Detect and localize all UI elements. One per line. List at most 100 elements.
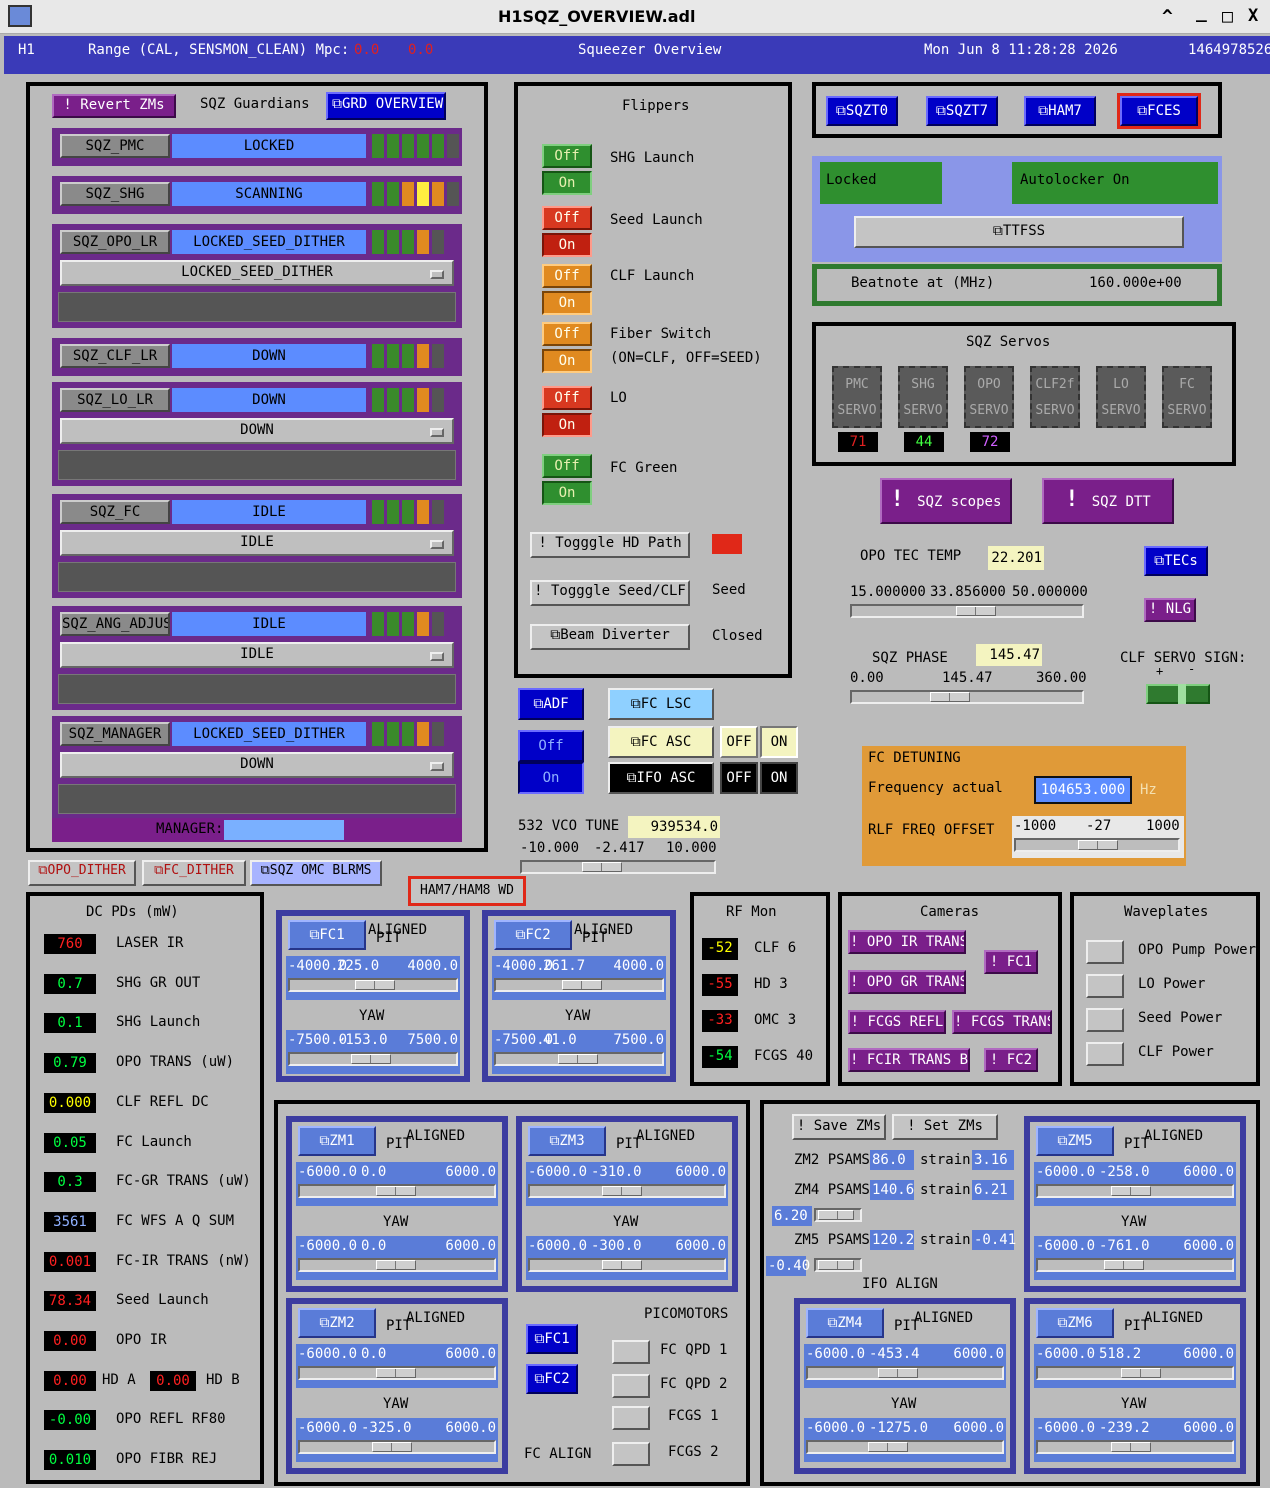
vco-slider[interactable] — [520, 860, 716, 874]
fc-dither-button[interactable]: ⧉FC_DITHER — [142, 860, 246, 886]
waveplate-button[interactable] — [1086, 1008, 1124, 1032]
fc-lsc-button[interactable]: ⧉FC LSC — [608, 688, 714, 720]
adf-button[interactable]: ⧉ADF — [518, 688, 584, 720]
picomotor-button[interactable] — [612, 1442, 650, 1466]
slider-thumb[interactable] — [376, 1186, 416, 1196]
slider-thumb[interactable] — [1078, 840, 1118, 850]
slider-thumb[interactable] — [558, 1054, 599, 1064]
guardian-name-button[interactable]: SQZ_LO_LR — [60, 388, 170, 412]
slider-thumb[interactable] — [878, 1368, 919, 1378]
camera-fcir-trans-b-button[interactable]: ! FCIR TRANS B — [848, 1048, 970, 1072]
guardian-request-menu[interactable]: LOCKED_SEED_DITHER — [60, 260, 454, 286]
sus-link-button[interactable]: ⧉FC2 — [494, 920, 572, 950]
yaw-slider[interactable] — [528, 1258, 726, 1272]
nlg-button[interactable]: ! NLG — [1144, 598, 1196, 622]
pit-slider[interactable] — [288, 978, 458, 992]
toggle-hd-path-button[interactable]: ! Togggle HD Path — [530, 532, 690, 558]
sus-link-button[interactable]: ⧉ZM4 — [806, 1308, 884, 1338]
revert-zms-button[interactable]: ! Revert ZMs — [52, 94, 176, 118]
camera-fcgs-refl-button[interactable]: ! FCGS REFL — [848, 1010, 946, 1034]
minimize-icon[interactable]: _ — [1196, 2, 1207, 23]
guardian-request-menu[interactable]: DOWN — [60, 418, 454, 444]
tec-slider[interactable] — [850, 604, 1084, 618]
yaw-slider[interactable] — [288, 1052, 458, 1066]
psams-slider[interactable] — [814, 1258, 862, 1272]
fc-asc-off[interactable]: OFF — [720, 726, 758, 758]
yaw-slider[interactable] — [806, 1440, 1004, 1454]
servo-pmc-button[interactable]: PMC SERVO — [832, 366, 882, 428]
picomotor-button[interactable] — [612, 1340, 650, 1364]
guardian-name-button[interactable]: SQZ_ANG_ADJUST — [60, 612, 170, 636]
ham-wd-button[interactable]: HAM7/HAM8 WD — [408, 876, 526, 906]
sus-link-button[interactable]: ⧉ZM3 — [528, 1126, 606, 1156]
restore-icon[interactable]: □ — [1222, 6, 1233, 27]
guardian-name-button[interactable]: SQZ_MANAGER — [60, 722, 170, 746]
pit-slider[interactable] — [806, 1366, 1004, 1380]
yaw-slider[interactable] — [1036, 1440, 1234, 1454]
grd-overview-button[interactable]: ⧉GRD OVERVIEW — [326, 92, 446, 120]
flipper-on-button[interactable]: On — [542, 413, 592, 437]
flipper-off-button[interactable]: Off — [542, 454, 592, 478]
adf-on-button[interactable]: On — [518, 762, 584, 794]
link-fces-button[interactable]: ⧉FCES — [1117, 93, 1201, 129]
flipper-off-button[interactable]: Off — [542, 386, 592, 410]
pico-fc1-button[interactable]: ⧉FC1 — [526, 1324, 578, 1354]
waveplate-button[interactable] — [1086, 940, 1124, 964]
link-ham7-button[interactable]: ⧉HAM7 — [1024, 96, 1096, 126]
slider-thumb[interactable] — [376, 1260, 416, 1270]
slider-thumb[interactable] — [562, 980, 603, 990]
slider-thumb[interactable] — [1104, 1260, 1145, 1270]
flipper-on-button[interactable]: On — [542, 233, 592, 257]
guardian-name-button[interactable]: SQZ_FC — [60, 500, 170, 524]
yaw-slider[interactable] — [298, 1440, 496, 1454]
picomotor-button[interactable] — [612, 1374, 650, 1398]
slider-thumb[interactable] — [376, 1368, 416, 1378]
pit-slider[interactable] — [494, 978, 664, 992]
guardian-name-button[interactable]: SQZ_CLF_LR — [60, 344, 170, 368]
link-sqzt0-button[interactable]: ⧉SQZT0 — [826, 96, 898, 126]
clf-sign-toggle[interactable] — [1146, 684, 1210, 704]
maximize-up-icon[interactable]: ^ — [1162, 6, 1173, 27]
camera-fcgs-trans-button[interactable]: ! FCGS TRANS — [952, 1010, 1052, 1034]
sqz-scopes-button[interactable]: ! SQZ scopes — [880, 478, 1012, 524]
sus-link-button[interactable]: ⧉FC1 — [288, 920, 366, 950]
servo-clf2f-button[interactable]: CLF2f SERVO — [1030, 366, 1080, 428]
toggle-seed-clf-button[interactable]: ! Togggle Seed/CLF — [530, 580, 690, 606]
slider-thumb[interactable] — [602, 1260, 643, 1270]
servo-shg-button[interactable]: SHG SERVO — [898, 366, 948, 428]
opo-dither-button[interactable]: ⧉OPO_DITHER — [28, 860, 136, 886]
picomotor-button[interactable] — [612, 1406, 650, 1430]
pit-slider[interactable] — [1036, 1366, 1234, 1380]
flipper-on-button[interactable]: On — [542, 291, 592, 315]
sqz-omc-blrms-button[interactable]: ⧉SQZ OMC BLRMS — [250, 860, 382, 886]
guardian-name-button[interactable]: SQZ_OPO_LR — [60, 230, 170, 254]
set-zms-button[interactable]: ! Set ZMs — [892, 1114, 998, 1140]
flipper-off-button[interactable]: Off — [542, 206, 592, 230]
save-zms-button[interactable]: ! Save ZMs — [792, 1114, 886, 1140]
pit-slider[interactable] — [1036, 1184, 1234, 1198]
guardian-request-menu[interactable]: IDLE — [60, 530, 454, 556]
yaw-slider[interactable] — [494, 1052, 664, 1066]
flipper-on-button[interactable]: On — [542, 481, 592, 505]
sus-link-button[interactable]: ⧉ZM1 — [298, 1126, 376, 1156]
fc-asc-button[interactable]: ⧉FC ASC — [608, 726, 714, 758]
close-icon[interactable]: X — [1248, 6, 1258, 26]
flipper-off-button[interactable]: Off — [542, 144, 592, 168]
ifo-asc-on[interactable]: ON — [760, 762, 798, 794]
slider-thumb[interactable] — [602, 1186, 643, 1196]
camera-opo-ir-trans-button[interactable]: ! OPO IR TRANS — [848, 930, 966, 954]
tecs-button[interactable]: ⧉TECs — [1144, 546, 1208, 576]
fc-asc-on[interactable]: ON — [760, 726, 798, 758]
ifo-asc-button[interactable]: ⧉IFO ASC — [608, 762, 714, 794]
psams-slider[interactable] — [814, 1208, 862, 1222]
sus-link-button[interactable]: ⧉ZM2 — [298, 1308, 376, 1338]
slider-thumb[interactable] — [818, 1210, 854, 1220]
guardian-name-button[interactable]: SQZ_PMC — [60, 134, 170, 158]
link-sqzt7-button[interactable]: ⧉SQZT7 — [926, 96, 998, 126]
slider-thumb[interactable] — [582, 862, 622, 872]
slider-thumb[interactable] — [956, 606, 996, 616]
slider-thumb[interactable] — [1110, 1442, 1151, 1452]
rlf-slider[interactable] — [1014, 838, 1180, 852]
guardian-request-menu[interactable]: IDLE — [60, 642, 454, 668]
camera-fc1-button[interactable]: ! FC1 — [984, 950, 1038, 974]
